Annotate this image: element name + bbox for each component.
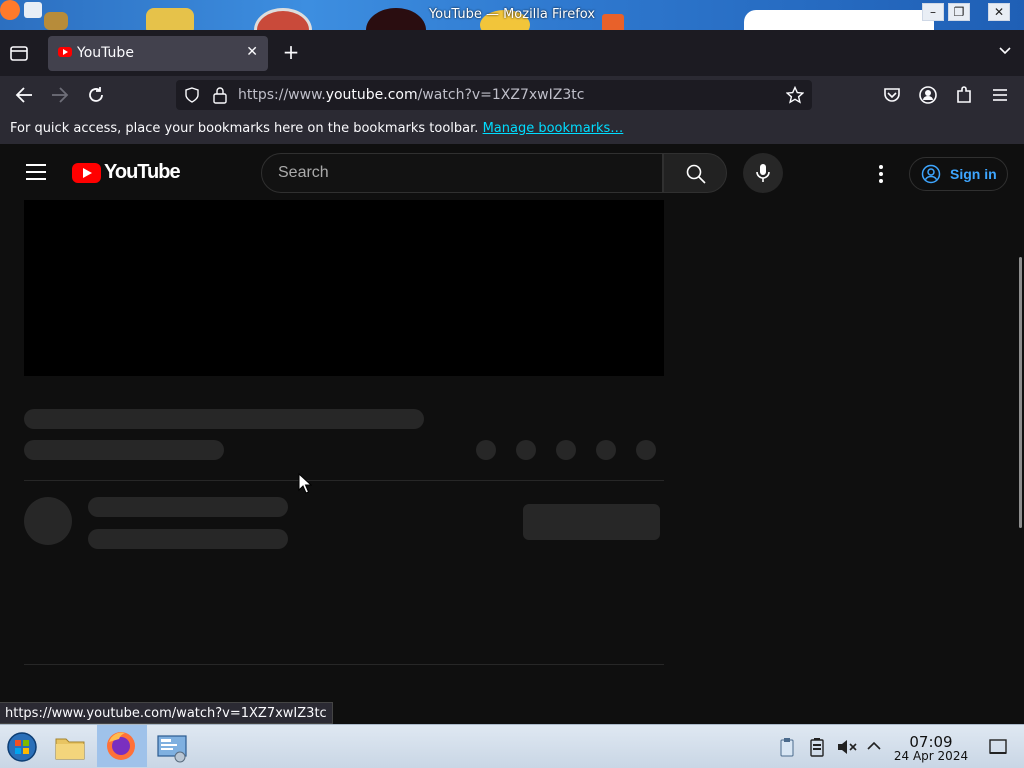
taskbar-firefox[interactable] xyxy=(97,725,147,767)
hamburger-menu-icon[interactable] xyxy=(989,84,1011,106)
pocket-icon[interactable] xyxy=(881,84,903,106)
more-options-icon[interactable] xyxy=(869,162,893,186)
channel-avatar-placeholder xyxy=(24,497,72,545)
youtube-logo-text: YouTube xyxy=(104,161,181,183)
back-arrow-icon[interactable] xyxy=(13,84,35,106)
action-placeholder xyxy=(636,440,656,460)
subscribers-placeholder xyxy=(88,529,288,549)
tray-expand-icon[interactable] xyxy=(866,739,882,753)
search-box xyxy=(261,153,663,193)
subscribe-placeholder xyxy=(523,504,660,540)
account-icon[interactable] xyxy=(917,84,939,106)
tab-youtube[interactable]: YouTube ✕ xyxy=(48,36,268,71)
url-path: /watch?v=1XZ7xwIZ3tc xyxy=(417,87,585,103)
microphone-icon xyxy=(756,164,770,182)
sign-in-button[interactable]: Sign in xyxy=(909,157,1008,191)
menu-line xyxy=(26,171,46,173)
window-titlebar: YouTube — Mozilla Firefox – ❐ ✕ xyxy=(0,0,1024,30)
voice-search-button[interactable] xyxy=(743,153,783,193)
volume-muted-icon[interactable] xyxy=(836,737,858,757)
action-placeholder xyxy=(556,440,576,460)
close-icon[interactable]: ✕ xyxy=(246,44,258,60)
scrollbar-thumb[interactable] xyxy=(1019,257,1022,528)
tab-strip: YouTube ✕ + xyxy=(0,30,1024,76)
url-host: youtube.com xyxy=(325,87,418,103)
battery-icon[interactable] xyxy=(808,737,826,757)
search-input[interactable] xyxy=(278,162,648,184)
action-placeholder xyxy=(476,440,496,460)
minimize-button[interactable]: – xyxy=(922,3,944,21)
menu-line xyxy=(26,178,46,180)
bookmark-star-icon[interactable] xyxy=(786,86,804,104)
taskbar-system-settings[interactable] xyxy=(150,727,196,767)
taskbar: 07:09 24 Apr 2024 xyxy=(0,724,1024,768)
action-placeholder xyxy=(516,440,536,460)
reload-icon[interactable] xyxy=(85,84,107,106)
clipboard-icon[interactable] xyxy=(778,737,796,757)
extensions-icon[interactable] xyxy=(953,84,975,106)
bookmarks-hint: For quick access, place your bookmarks h… xyxy=(10,121,479,136)
window-title: YouTube — Mozilla Firefox xyxy=(428,7,596,22)
youtube-header: YouTube Search Sign in xyxy=(0,144,1024,200)
url-text[interactable]: https://www.youtube.com/watch?v=1XZ7xwIZ… xyxy=(238,87,584,103)
menu-line xyxy=(26,164,46,166)
shield-icon[interactable] xyxy=(184,87,200,103)
youtube-play-icon xyxy=(72,163,101,183)
close-window-button[interactable]: ✕ xyxy=(988,3,1010,21)
url-prefix: https://www. xyxy=(238,87,326,103)
tab-label: YouTube xyxy=(77,45,134,61)
search-icon xyxy=(686,164,706,184)
firefox-view-icon[interactable] xyxy=(8,42,30,64)
bookmarks-toolbar: For quick access, place your bookmarks h… xyxy=(0,114,1024,144)
mouse-pointer-icon xyxy=(298,473,312,494)
status-link-preview: https://www.youtube.com/watch?v=1XZ7xwIZ… xyxy=(0,702,333,724)
lock-icon[interactable] xyxy=(212,86,228,104)
forward-arrow-icon[interactable] xyxy=(49,84,71,106)
start-button[interactable] xyxy=(0,727,46,767)
clock-date[interactable]: 24 Apr 2024 xyxy=(890,749,972,763)
show-desktop-icon[interactable] xyxy=(988,738,1008,756)
firefox-icon xyxy=(107,732,135,760)
address-bar[interactable]: https://www.youtube.com/watch?v=1XZ7xwIZ… xyxy=(176,80,812,110)
maximize-button[interactable]: ❐ xyxy=(948,3,970,21)
title-placeholder xyxy=(24,409,424,429)
metadata-placeholder xyxy=(24,440,224,460)
system-settings-icon xyxy=(157,735,187,763)
channel-name-placeholder xyxy=(88,497,288,517)
youtube-page: YouTube Search Sign in xyxy=(0,144,1024,724)
chevron-down-icon[interactable] xyxy=(998,44,1012,58)
user-avatar-icon xyxy=(921,164,941,184)
action-placeholder xyxy=(596,440,616,460)
search-button[interactable] xyxy=(663,153,727,193)
sign-in-label: Sign in xyxy=(950,166,997,182)
page-scrollbar[interactable] xyxy=(1016,114,1024,722)
youtube-icon xyxy=(58,47,72,57)
taskbar-file-manager[interactable] xyxy=(48,727,94,767)
new-tab-button[interactable]: + xyxy=(280,40,302,64)
divider xyxy=(24,664,664,665)
divider xyxy=(24,480,664,481)
start-orb-icon xyxy=(7,732,37,762)
navigation-toolbar: https://www.youtube.com/watch?v=1XZ7xwIZ… xyxy=(0,76,1024,114)
manage-bookmarks-link[interactable]: Manage bookmarks… xyxy=(483,121,624,136)
guide-menu-button[interactable] xyxy=(26,164,46,180)
file-manager-icon xyxy=(55,738,85,760)
